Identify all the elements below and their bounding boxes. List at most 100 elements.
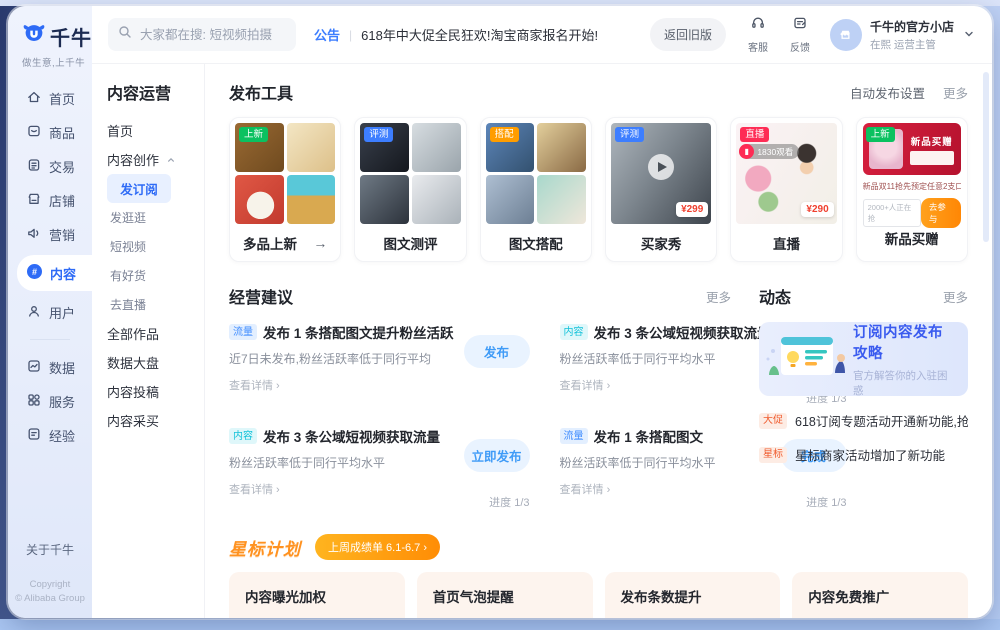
sidebar-item-experience[interactable]: 经验 xyxy=(8,422,92,448)
badge-new: 上新 xyxy=(866,127,895,142)
banner-subtitle: 官方解答你的入驻困惑 xyxy=(853,368,956,398)
tool-card-gift-with-purchase[interactable]: 上新 新品买赠 新品双11抢先预定任意2支口红送超值赠品 xyxy=(856,117,968,262)
stat-card-bubble: 首页气泡提醒 上周累计曝光uv 36874 较前一周+15% 上周累计点击uv … xyxy=(417,572,593,618)
subnav-data-dashboard[interactable]: 数据大盘 xyxy=(107,348,204,377)
guide-illustration xyxy=(765,329,849,390)
suggestion-item: 内容 发布 3 条公域短视频获取流量 粉丝活跃率低于同行平均水平 查看详情 › … xyxy=(229,426,530,514)
badge-new: 上新 xyxy=(239,127,268,142)
view-details-link[interactable]: 查看详情 › xyxy=(229,377,454,393)
back-to-old-button[interactable]: 返回旧版 xyxy=(650,18,726,51)
search-input[interactable] xyxy=(138,27,286,43)
trade-icon xyxy=(26,157,42,176)
play-icon xyxy=(648,154,674,180)
announcement-bar[interactable]: 公告 | 618年中大促全民狂欢!淘宝商家报名开始! xyxy=(314,25,598,44)
tool-card-buyer-show[interactable]: 评测 ¥299 买家秀 xyxy=(605,117,717,262)
feedback-note-icon xyxy=(792,15,808,36)
stat-card-publish-count: 发布条数提升 上周已发布 60 星标商家可发布 70 xyxy=(605,572,781,618)
qianniu-bull-icon xyxy=(22,22,46,51)
live-chart-icon: ▮ xyxy=(739,144,754,159)
publish-button[interactable]: 发布 xyxy=(464,335,530,368)
suggestions-title: 经营建议 xyxy=(229,284,293,308)
sidebar-item-content[interactable]: # 内容 xyxy=(17,255,92,291)
news-banner[interactable]: 订阅内容发布攻略 官方解答你的入驻困惑 xyxy=(759,322,968,396)
subnav-content-create[interactable]: 内容创作 xyxy=(107,145,204,174)
sidebar-item-home[interactable]: 首页 xyxy=(8,85,92,111)
view-details-link[interactable]: 查看详情 › xyxy=(229,481,454,497)
sidebar-item-data[interactable]: 数据 xyxy=(8,354,92,380)
subnav-content-submission[interactable]: 内容投稿 xyxy=(107,377,204,406)
topbar: 公告 | 618年中大促全民狂欢!淘宝商家报名开始! 返回旧版 客服 反馈 xyxy=(92,6,992,64)
star-plan-logo: 星标计划 xyxy=(229,535,301,560)
banner-title: 订阅内容发布攻略 xyxy=(853,321,956,363)
badge-review: 评测 xyxy=(364,127,393,142)
subnav-short-video[interactable]: 短视频 xyxy=(107,232,204,261)
secondary-sidebar: 内容运营 首页 内容创作 发订阅 发逛逛 短视频 有好货 去直播 全部作品 数据… xyxy=(92,64,205,618)
sidebar-item-service[interactable]: 服务 xyxy=(8,388,92,414)
subnav-go-live[interactable]: 去直播 xyxy=(107,290,204,319)
sidebar-item-goods[interactable]: 商品 xyxy=(8,119,92,145)
publish-now-button[interactable]: 立即发布 xyxy=(464,439,530,472)
tool-card-multi-new[interactable]: 上新 多品上新 → xyxy=(229,117,341,262)
tag-content: 内容 xyxy=(560,324,588,340)
store-name: 千牛的官方小店 xyxy=(870,18,954,35)
subnav-publish-subscribe[interactable]: 发订阅 xyxy=(107,174,171,203)
badge-live: 直播 xyxy=(740,127,769,142)
user-role: 在熙 运营主管 xyxy=(870,37,954,52)
publish-tools-title: 发布工具 xyxy=(229,80,293,104)
promo-join-button[interactable]: 去参与 xyxy=(921,198,961,228)
shop-icon xyxy=(26,191,42,210)
sidebar-item-marketing[interactable]: 营销 xyxy=(8,221,92,247)
news-item[interactable]: 大促 618订阅专题活动开通新功能,抢先试用 xyxy=(759,411,968,430)
view-details-link[interactable]: 查看详情 › xyxy=(560,377,771,393)
feedback-button[interactable]: 反馈 xyxy=(790,15,810,54)
view-details-link[interactable]: 查看详情 › xyxy=(560,481,771,497)
announcement-label: 公告 xyxy=(314,25,340,44)
news-more-link[interactable]: 更多 xyxy=(943,287,968,306)
app-logo[interactable]: 千牛 xyxy=(22,22,92,51)
subnav-good-items[interactable]: 有好货 xyxy=(107,261,204,290)
about-link[interactable]: 关于千牛 xyxy=(8,541,92,558)
copyright: Copyright © Alibaba Group xyxy=(8,578,92,607)
tag-star: 星标 xyxy=(759,447,787,463)
content-hash-icon: # xyxy=(26,263,43,283)
scrollbar[interactable] xyxy=(983,72,989,242)
stat-card-free-promo: 内容免费推广 本月已使用 20 本月剩余次数 6 xyxy=(792,572,968,618)
weekly-report-button[interactable]: 上周成绩单 6.1-6.7 › xyxy=(315,534,440,560)
tag-content: 内容 xyxy=(229,428,257,444)
price-tag: ¥290 xyxy=(801,202,833,217)
app-window: 千牛 做生意,上千牛 首页 商品 交易 店铺 营销 # 内容 用户 xyxy=(8,6,992,618)
home-icon xyxy=(26,89,42,108)
subnav-content-purchase[interactable]: 内容采买 xyxy=(107,406,204,435)
tool-card-outfit[interactable]: 搭配 图文搭配 xyxy=(480,117,592,262)
badge-review: 评测 xyxy=(615,127,644,142)
stat-card-exposure: 内容曝光加权 上周累计曝光pv 801,124,234 较前一周+45% xyxy=(229,572,405,618)
sidebar-item-shop[interactable]: 店铺 xyxy=(8,187,92,213)
sidebar-item-user[interactable]: 用户 xyxy=(8,299,92,325)
suggestions-more-link[interactable]: 更多 xyxy=(706,287,731,306)
section-title-content-ops: 内容运营 xyxy=(107,80,204,104)
chart-icon xyxy=(26,358,42,377)
document-icon xyxy=(26,426,42,445)
tag-traffic: 流量 xyxy=(560,428,588,444)
main-content: 发布工具 自动发布设置 更多 上新 多品上新 → xyxy=(205,64,992,618)
store-avatar xyxy=(830,19,862,51)
news-title: 动态 xyxy=(759,284,791,308)
auto-publish-settings-link[interactable]: 自动发布设置 xyxy=(850,83,925,102)
tool-card-live[interactable]: 直播 ▮ 1830观看 ¥290 直播 xyxy=(730,117,842,262)
account-menu[interactable]: 千牛的官方小店 在熙 运营主管 xyxy=(830,18,974,52)
chevron-down-icon xyxy=(964,26,974,44)
publish-tools-more-link[interactable]: 更多 xyxy=(943,83,968,102)
chevron-up-icon xyxy=(167,152,175,167)
subnav-all-works[interactable]: 全部作品 xyxy=(107,319,204,348)
search-box[interactable] xyxy=(108,18,296,51)
sidebar-item-trade[interactable]: 交易 xyxy=(8,153,92,179)
suggestion-item: 流量 发布 1 条搭配图文提升粉丝活跃 近7日未发布,粉丝活跃率低于同行平均 查… xyxy=(229,322,530,410)
viewer-count: ▮ 1830观看 xyxy=(739,144,799,159)
arrow-right-icon: → xyxy=(313,235,327,251)
customer-service-button[interactable]: 客服 xyxy=(748,15,768,54)
goods-icon xyxy=(26,123,42,142)
subnav-guangguang[interactable]: 发逛逛 xyxy=(107,203,204,232)
news-item[interactable]: 星标 星标商家活动增加了新功能 xyxy=(759,445,968,464)
subnav-home[interactable]: 首页 xyxy=(107,116,204,145)
tool-card-review[interactable]: 评测 图文测评 xyxy=(354,117,466,262)
